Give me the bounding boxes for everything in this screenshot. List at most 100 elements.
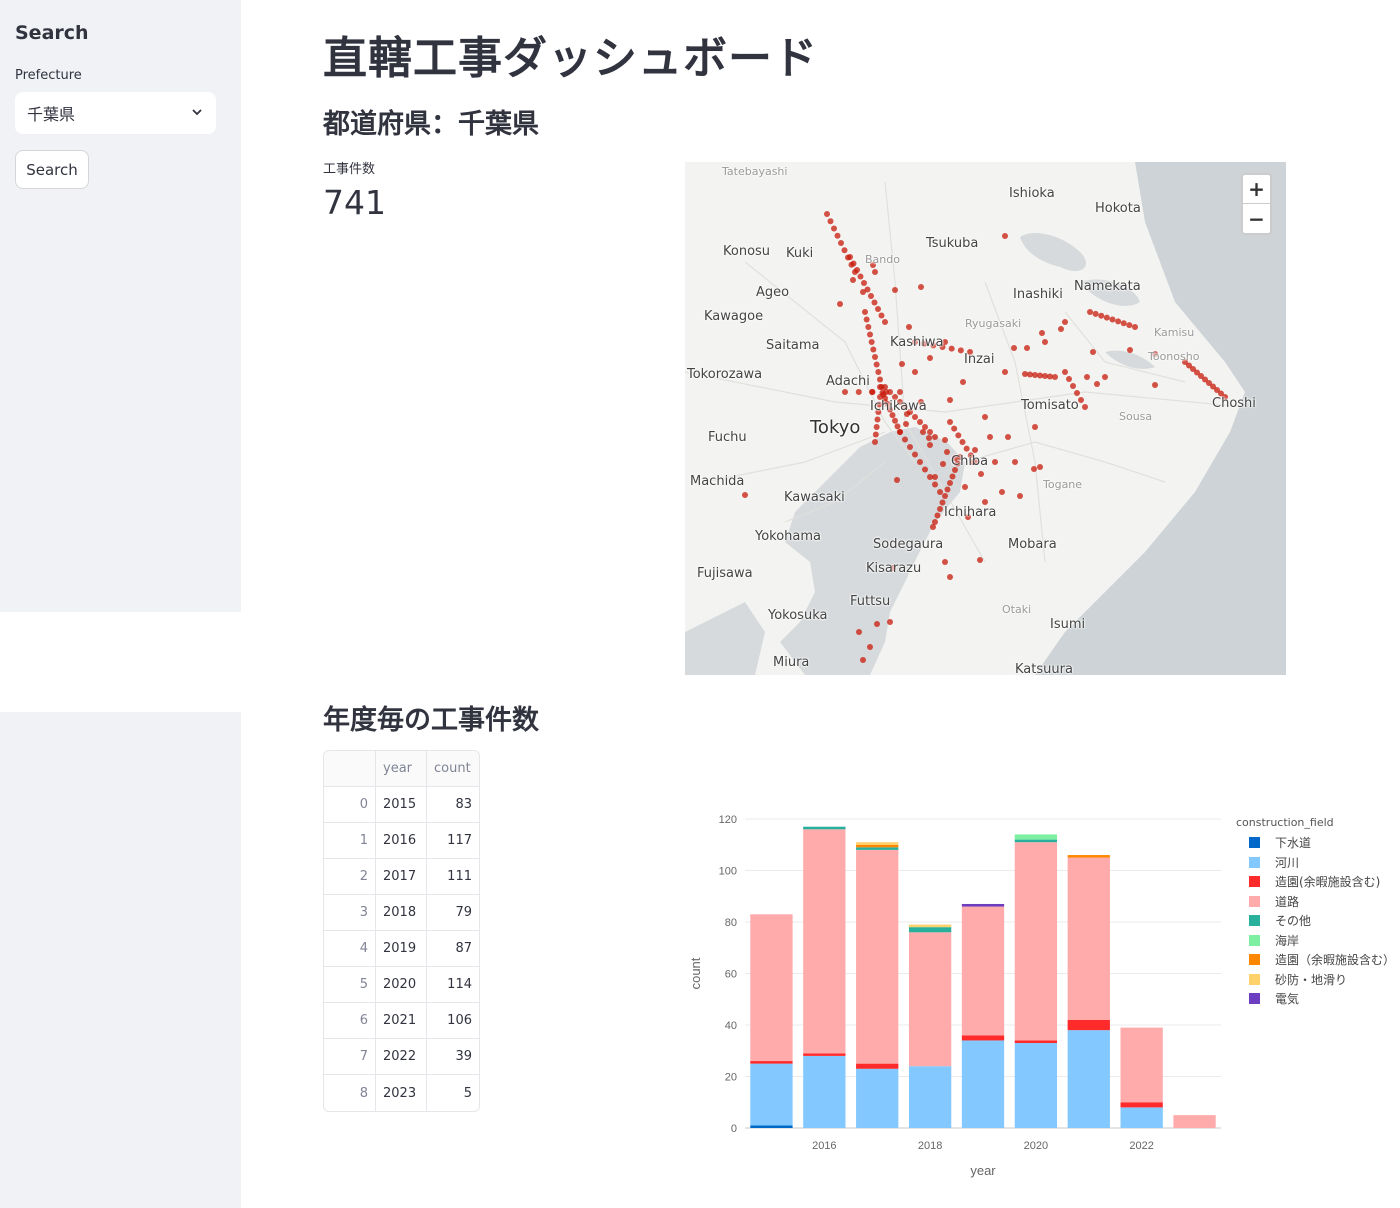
map-label-kamisu: Kamisu bbox=[1154, 326, 1195, 339]
map-marker bbox=[1042, 339, 1048, 345]
map-marker bbox=[892, 417, 898, 424]
sidebar: Search Prefecture 千葉県 Search bbox=[0, 0, 241, 612]
bar-segment bbox=[1067, 857, 1110, 1020]
legend-swatch bbox=[1249, 993, 1260, 1005]
map-marker bbox=[912, 369, 918, 375]
legend-swatch bbox=[1249, 876, 1260, 888]
map-marker bbox=[1002, 233, 1008, 239]
zoom-out-button[interactable]: − bbox=[1243, 204, 1270, 233]
map-marker bbox=[903, 421, 909, 427]
legend-item[interactable]: 下水道 bbox=[1236, 833, 1395, 853]
column-header[interactable]: count bbox=[427, 751, 479, 786]
bar-segment bbox=[961, 1035, 1005, 1041]
table-cell: 2017 bbox=[376, 859, 427, 894]
table-row[interactable]: 4 2019 87 bbox=[324, 931, 479, 967]
construction-map[interactable]: Tatebayashi Ishioka Hokota Konosu Kuki Bando T… bbox=[685, 162, 1286, 675]
map-marker bbox=[847, 254, 853, 260]
map-label-fujisawa: Fujisawa bbox=[697, 566, 753, 581]
bar-segment bbox=[856, 1063, 899, 1069]
map-marker bbox=[1087, 309, 1093, 315]
map-marker bbox=[875, 306, 881, 312]
column-header[interactable] bbox=[324, 751, 376, 786]
map-marker bbox=[850, 277, 856, 283]
table-row[interactable]: 3 2018 79 bbox=[324, 895, 479, 931]
map-label-machida: Machida bbox=[690, 474, 745, 489]
map-marker bbox=[944, 486, 951, 493]
map-label-yokohama: Yokohama bbox=[755, 529, 822, 544]
table-cell: 114 bbox=[447, 977, 472, 992]
map-marker bbox=[963, 445, 970, 452]
map-marker bbox=[927, 355, 933, 361]
legend-item[interactable]: 道路 bbox=[1236, 892, 1395, 912]
map-marker bbox=[944, 449, 950, 455]
map-marker bbox=[837, 301, 843, 307]
map-marker bbox=[1115, 318, 1122, 325]
map-marker bbox=[857, 273, 864, 280]
map-marker bbox=[875, 369, 882, 375]
map-marker bbox=[882, 319, 888, 325]
map-marker bbox=[1103, 314, 1110, 321]
map-marker bbox=[1084, 374, 1090, 380]
map-label-togane: Togane bbox=[1043, 478, 1083, 491]
legend-item[interactable]: 造園(余暇施設含む) bbox=[1236, 872, 1395, 892]
legend-item[interactable]: 造園（余暇施設含む） bbox=[1236, 950, 1395, 970]
map-marker bbox=[932, 474, 938, 480]
column-header[interactable]: year bbox=[376, 751, 427, 786]
legend-swatch bbox=[1249, 973, 1260, 985]
map-marker bbox=[1120, 320, 1127, 327]
table-row[interactable]: 2 2017 111 bbox=[324, 859, 479, 895]
search-button[interactable]: Search bbox=[15, 150, 89, 189]
legend-item[interactable]: 河川 bbox=[1236, 853, 1395, 873]
map-marker bbox=[1082, 404, 1088, 410]
map-label-adachi: Adachi bbox=[826, 374, 870, 389]
map-label-sousa: Sousa bbox=[1119, 410, 1153, 423]
bar-segment bbox=[856, 847, 899, 850]
legend-item[interactable]: 電気 bbox=[1236, 989, 1395, 1009]
map-marker bbox=[1152, 382, 1158, 388]
bar-segment bbox=[750, 1063, 793, 1126]
table-row[interactable]: 7 2022 39 bbox=[324, 1039, 479, 1075]
yearly-count-table[interactable]: year count 0 2015 83 1 2016 117 2 2017 111 3 2018 79 4… bbox=[323, 750, 480, 1112]
map-marker bbox=[868, 339, 875, 345]
map-marker bbox=[856, 629, 862, 635]
map-marker bbox=[892, 287, 898, 293]
legend-item[interactable]: 海岸 bbox=[1236, 931, 1395, 951]
prefecture-select[interactable]: 千葉県 bbox=[15, 92, 216, 134]
map-marker bbox=[932, 481, 938, 488]
map-marker bbox=[947, 419, 953, 425]
legend-item[interactable]: その他 bbox=[1236, 911, 1395, 931]
legend-item[interactable]: 砂防・地滑り bbox=[1236, 970, 1395, 990]
map-marker bbox=[1066, 376, 1072, 382]
zoom-in-button[interactable]: + bbox=[1243, 175, 1270, 204]
map-marker bbox=[850, 260, 857, 267]
map-marker bbox=[838, 240, 844, 246]
map-marker bbox=[834, 232, 841, 239]
map-label-miura: Miura bbox=[773, 655, 810, 670]
map-marker bbox=[871, 299, 878, 306]
map-marker bbox=[912, 451, 918, 458]
map-marker bbox=[867, 644, 873, 650]
map-marker bbox=[1052, 374, 1058, 380]
table-row[interactable]: 8 2023 5 bbox=[324, 1075, 479, 1111]
section-title: 年度毎の工事件数 bbox=[323, 705, 539, 736]
table-row[interactable]: 1 2016 117 bbox=[324, 823, 479, 859]
map-marker bbox=[870, 346, 877, 353]
table-row[interactable]: 5 2020 114 bbox=[324, 967, 479, 1003]
map-label-choshi: Choshi bbox=[1212, 396, 1256, 411]
metric-value: 741 bbox=[323, 183, 386, 222]
map-marker bbox=[841, 247, 848, 254]
map-marker bbox=[957, 347, 964, 354]
map-marker bbox=[960, 379, 966, 385]
legend-label: 海岸 bbox=[1275, 933, 1300, 948]
legend-label: その他 bbox=[1275, 914, 1312, 929]
map-marker bbox=[917, 459, 923, 465]
map-marker bbox=[860, 657, 866, 663]
table-row[interactable]: 6 2021 106 bbox=[324, 1003, 479, 1039]
map-marker bbox=[951, 425, 958, 432]
map-marker bbox=[949, 473, 956, 480]
map-marker bbox=[942, 559, 948, 565]
map-marker bbox=[912, 414, 918, 420]
map-marker bbox=[868, 293, 874, 299]
map-marker bbox=[1002, 369, 1008, 375]
table-row[interactable]: 0 2015 83 bbox=[324, 787, 479, 823]
